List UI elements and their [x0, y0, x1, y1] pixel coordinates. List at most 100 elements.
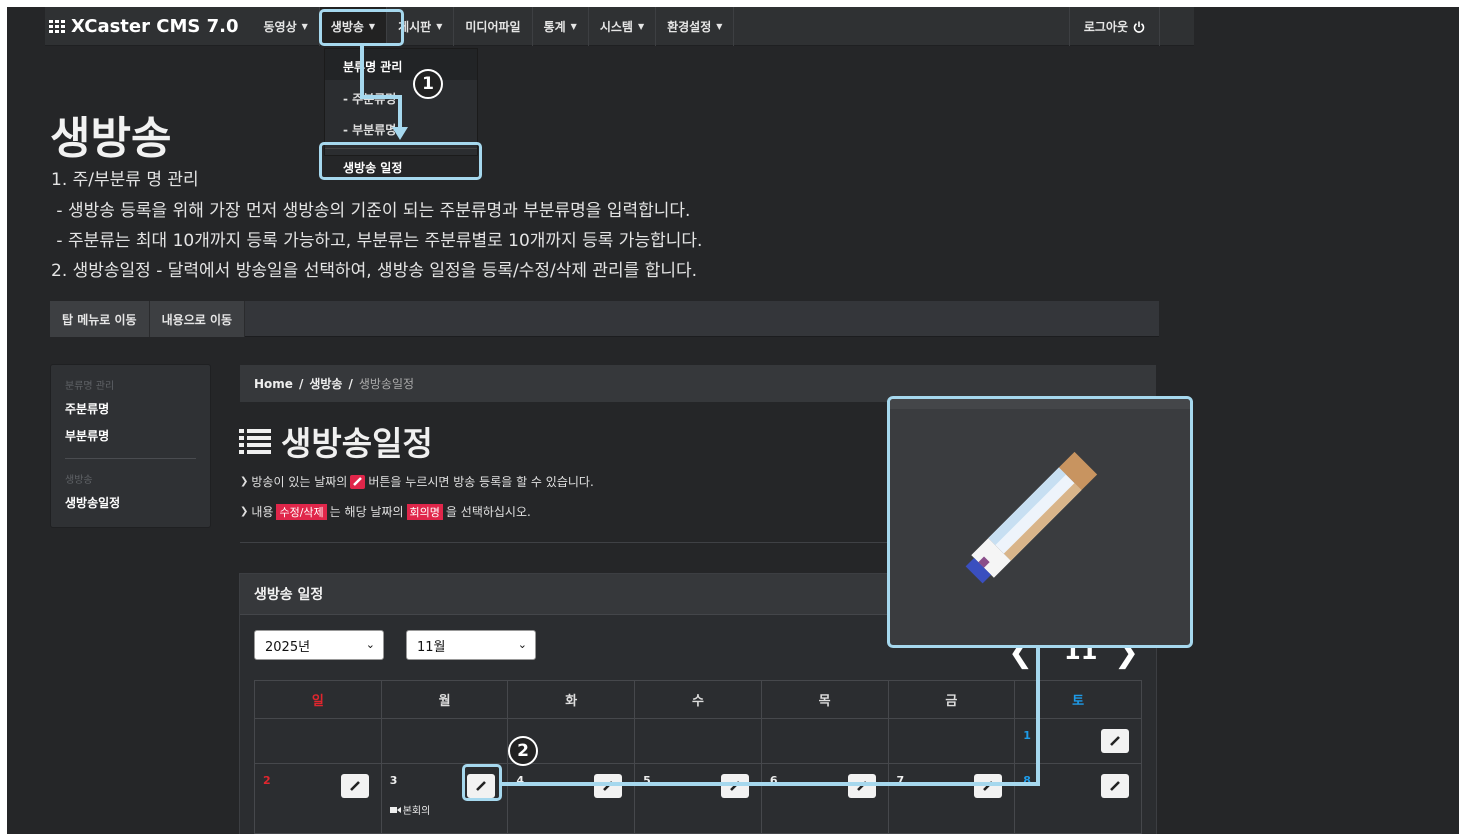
calendar-day: 6 [760, 763, 889, 834]
top-navbar: XCaster CMS 7.0 동영상 ▼ 생방송 ▼ 게시판 ▼ 미디어파일 통계 ▼… [45, 7, 1194, 46]
edit-button[interactable] [720, 774, 749, 798]
event-item[interactable]: 본회의 [389, 802, 431, 817]
list-icon [239, 429, 271, 454]
pencil-icon [1110, 736, 1120, 746]
edit-button[interactable] [594, 774, 623, 798]
caret-down-icon: ▼ [301, 21, 308, 31]
hint-text: 는 해당 날짜의 [329, 505, 404, 519]
hint-line-2: ❯ 내용 수정/삭제 는 해당 날짜의 회의명 을 선택하십시오. [240, 503, 531, 520]
sidebar: 분류명 관리 주분류명 부분류명 생방송 생방송일정 [50, 364, 211, 528]
calendar-day: 7 [887, 763, 1016, 834]
calendar-day: 2 [254, 763, 382, 834]
day-number: 1 [1023, 729, 1031, 742]
nav-video-label: 동영상 [263, 19, 297, 34]
edit-button[interactable] [974, 774, 1003, 798]
nav-system[interactable]: 시스템 ▼ [589, 7, 657, 46]
logout-label: 로그아웃 [1083, 20, 1128, 34]
pencil-icon [350, 474, 366, 489]
nav-stats-label: 통계 [543, 19, 566, 34]
skip-to-content-link[interactable]: 내용으로 이동 [149, 301, 246, 337]
weekday-tue: 화 [507, 680, 636, 719]
edit-button[interactable] [847, 774, 876, 798]
grid-icon [49, 19, 65, 33]
pencil-icon [349, 781, 360, 791]
calendar-table: 일 월 화 수 목 금 토 1 2 3 본회의 4 5 6 7 8 [254, 680, 1142, 834]
month-select[interactable]: 11월 ⌄ [406, 630, 536, 660]
video-camera-icon [389, 806, 401, 813]
breadcrumb-current: 생방송일정 [358, 377, 415, 391]
weekday-wed: 수 [634, 680, 762, 719]
edit-button[interactable] [1101, 729, 1129, 753]
sidebar-item-live-schedule[interactable]: 생방송일정 [51, 494, 210, 511]
description-line: 2. 생방송일정 - 달력에서 방송일을 선택하여, 생방송 일정을 등록/수정… [51, 261, 698, 281]
power-icon [1133, 21, 1145, 33]
callout-connector [360, 95, 402, 99]
chevron-down-icon: ⌄ [365, 638, 375, 651]
description-line: - 주분류는 최대 10개까지 등록 가능하고, 부분류는 주분류별로 10개까… [51, 231, 703, 251]
breadcrumb-section[interactable]: 생방송 [309, 375, 342, 392]
calendar-header-row: 일 월 화 수 목 금 토 [254, 680, 1142, 719]
hint-text: 내용 [251, 505, 274, 519]
weekday-fri: 금 [887, 680, 1016, 719]
nav-video[interactable]: 동영상 ▼ [253, 7, 320, 46]
calendar-day-empty [380, 718, 509, 764]
calendar-day: 1 [1014, 718, 1142, 764]
sidebar-divider [65, 458, 196, 459]
chevron-down-icon: ⌄ [517, 638, 527, 651]
calendar-day: 8 [1014, 763, 1142, 834]
hint-text: 을 선택하십시오. [445, 505, 531, 519]
highlight-nav-live [319, 9, 404, 46]
pencil-icon [965, 451, 1098, 584]
step-badge-2: 2 [508, 736, 538, 766]
breadcrumb-home[interactable]: Home [254, 377, 293, 391]
edit-button[interactable] [1101, 774, 1129, 798]
nav-settings[interactable]: 환경설정 ▼ [656, 7, 735, 46]
caret-down-icon: ▼ [637, 21, 645, 31]
calendar-day: 5 [634, 763, 762, 834]
edit-button[interactable] [340, 774, 369, 798]
brand[interactable]: XCaster CMS 7.0 [45, 16, 253, 37]
content-heading: 생방송일정 [239, 417, 433, 465]
hint-text: 버튼을 누르시면 방송 등록을 할 수 있습니다. [368, 475, 594, 489]
weekday-mon: 월 [380, 680, 509, 719]
callout-connector [360, 46, 364, 98]
chevron-down-icon: ❯ [240, 476, 249, 487]
caret-down-icon: ▼ [436, 21, 443, 31]
nav-media[interactable]: 미디어파일 [454, 7, 533, 46]
divider [240, 542, 920, 543]
calendar-day-empty [254, 718, 382, 764]
year-select-value: 2025년 [265, 639, 311, 655]
weekday-sun: 일 [254, 680, 382, 719]
skip-to-top-menu-link[interactable]: 탑 메뉴로 이동 [50, 301, 150, 337]
step-badge-1: 1 [413, 69, 443, 99]
meeting-name-badge: 회의명 [406, 503, 443, 520]
event-name: 본회의 [402, 806, 431, 817]
app-window: XCaster CMS 7.0 동영상 ▼ 생방송 ▼ 게시판 ▼ 미디어파일 통계 ▼… [7, 7, 1459, 834]
calendar-week-row: 2 3 본회의 4 5 6 7 8 [254, 763, 1142, 834]
sidebar-caption: 생방송 [65, 475, 93, 486]
highlight-live-schedule [319, 142, 482, 180]
day-number: 3 [389, 774, 398, 787]
description-line: 1. 주/부분류 명 관리 [51, 170, 199, 190]
arrow-down-icon [392, 127, 408, 140]
calendar-day-empty [760, 718, 889, 764]
weekday-sat: 토 [1014, 680, 1142, 719]
page-title: 생방송 [50, 113, 172, 164]
caret-down-icon: ▼ [716, 21, 723, 31]
year-select[interactable]: 2025년 ⌄ [254, 630, 384, 660]
dropdown-header: 분류명 관리 [325, 49, 477, 80]
calendar-day-empty [634, 718, 762, 764]
zoom-inset [887, 396, 1193, 648]
sidebar-item-main-category[interactable]: 주분류명 [51, 400, 210, 417]
month-select-value: 11월 [417, 639, 446, 655]
nav-media-label: 미디어파일 [465, 19, 521, 34]
hint-text: 방송이 있는 날짜의 [251, 475, 348, 489]
skip-links-bar: 탑 메뉴로 이동 내용으로 이동 [50, 301, 1159, 337]
chevron-down-icon: ❯ [240, 506, 249, 517]
logout-button[interactable]: 로그아웃 [1068, 7, 1160, 46]
nav-system-label: 시스템 [599, 19, 633, 34]
nav-stats[interactable]: 통계 ▼ [533, 7, 589, 46]
breadcrumb-separator: / [298, 376, 304, 391]
sidebar-item-sub-category[interactable]: 부분류명 [51, 427, 210, 444]
callout-connector [1036, 648, 1040, 786]
